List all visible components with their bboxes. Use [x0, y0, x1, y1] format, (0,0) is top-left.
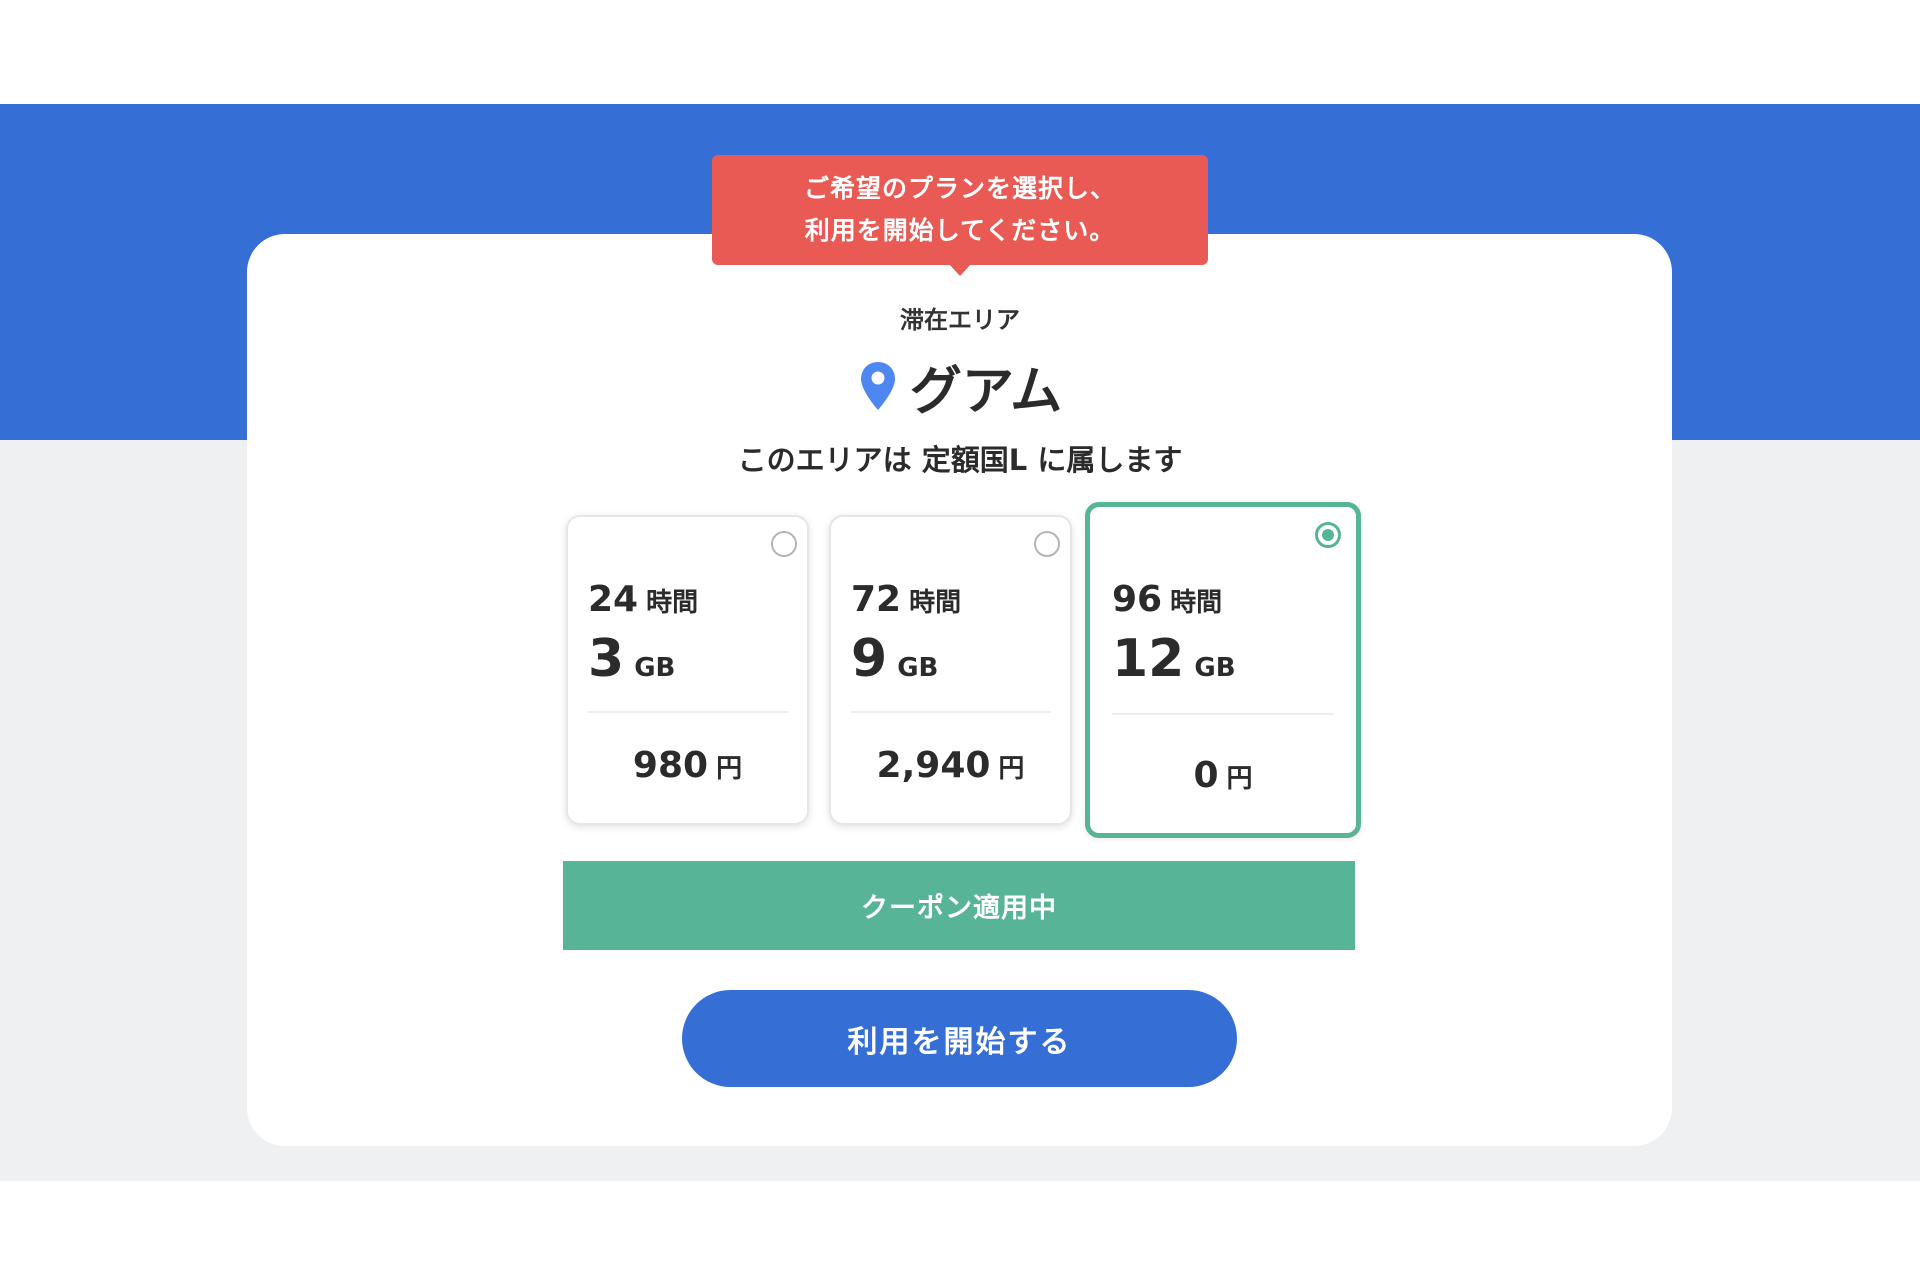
instruction-line-2: 利用を開始してください。	[804, 216, 1116, 245]
instruction-tooltip: ご希望のプランを選択し、 利用を開始してください。	[712, 155, 1208, 265]
plan-data-amount: 9 GB	[851, 629, 939, 689]
plan-price: 2,940 円	[876, 745, 1025, 786]
plan-divider	[588, 711, 788, 713]
plan-price: 980 円	[632, 745, 743, 786]
plan-divider	[851, 711, 1051, 713]
plan-duration: 24 時間	[588, 579, 699, 620]
area-name: グアム	[909, 361, 1063, 422]
area-caption: 滞在エリア	[900, 306, 1020, 334]
radio-button[interactable]	[1034, 531, 1060, 557]
plan-price: 0円	[1193, 755, 1253, 796]
plan-option-96h[interactable]: 96 時間 12 GB 0円	[1085, 502, 1361, 838]
radio-button[interactable]	[771, 531, 797, 557]
plan-data-amount: 3 GB	[588, 629, 676, 689]
radio-button-selected[interactable]	[1315, 522, 1341, 548]
tooltip-arrow	[949, 264, 971, 276]
plan-duration: 72 時間	[851, 579, 962, 620]
area-name-row: グアム	[0, 350, 1920, 422]
plan-data-amount: 12 GB	[1112, 629, 1236, 689]
plan-option-72h[interactable]: 72 時間 9 GB 2,940 円	[829, 515, 1072, 825]
start-usage-button[interactable]: 利用を開始する	[682, 990, 1237, 1087]
plan-divider	[1112, 713, 1334, 715]
instruction-line-1: ご希望のプランを選択し、	[803, 174, 1116, 203]
location-pin-icon	[860, 362, 895, 410]
plan-duration: 96 時間	[1112, 579, 1223, 620]
coupon-applied-bar: クーポン適用中	[563, 861, 1355, 950]
plan-option-24h[interactable]: 24 時間 3 GB 980 円	[566, 515, 809, 825]
area-group-text: このエリアは 定額国L に属します	[737, 443, 1183, 477]
